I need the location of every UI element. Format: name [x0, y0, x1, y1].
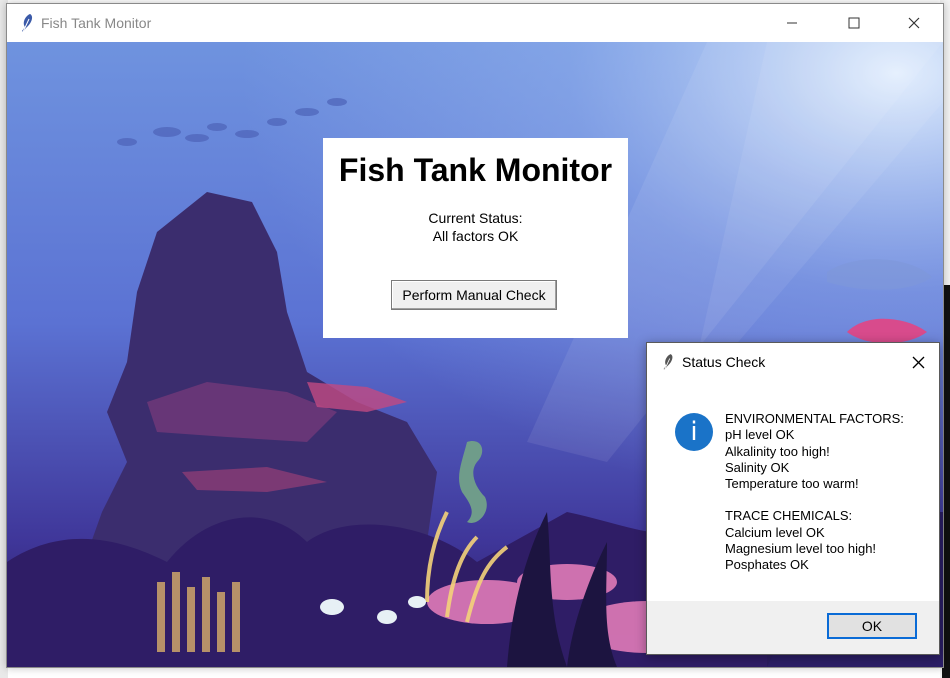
- close-button[interactable]: [891, 4, 937, 42]
- feather-icon: [22, 14, 33, 33]
- environmental-item: Salinity OK: [725, 459, 790, 475]
- main-titlebar[interactable]: Fish Tank Monitor: [7, 4, 943, 42]
- trace-item: Calcium level OK: [725, 524, 825, 540]
- trace-heading: TRACE CHEMICALS:: [725, 508, 853, 524]
- environmental-item: pH level OK: [725, 427, 795, 443]
- ok-button[interactable]: OK: [827, 613, 917, 639]
- current-status-label: Current Status:: [428, 210, 523, 226]
- app-heading: Fish Tank Monitor: [338, 152, 613, 188]
- maximize-button[interactable]: [831, 4, 877, 42]
- environmental-item: Alkalinity too high!: [725, 443, 830, 459]
- maximize-icon: [848, 17, 860, 29]
- status-card: Fish Tank Monitor Current Status: All fa…: [323, 138, 628, 338]
- dialog-title: Status Check: [682, 354, 766, 370]
- minimize-icon: [787, 22, 797, 24]
- dialog-message: ENVIRONMENTAL FACTORS: pH level OK Alkal…: [725, 411, 904, 574]
- perform-manual-check-button[interactable]: Perform Manual Check: [391, 280, 557, 310]
- dialog-close-button[interactable]: [897, 343, 939, 381]
- window-title: Fish Tank Monitor: [41, 15, 152, 31]
- status-check-dialog: Status Check i ENVIRONMENTAL FACTORS: pH…: [646, 342, 940, 655]
- environmental-item: Temperature too warm!: [725, 476, 859, 492]
- dialog-titlebar[interactable]: Status Check: [647, 343, 939, 381]
- info-icon: i: [675, 413, 713, 451]
- close-icon: [908, 17, 920, 29]
- dialog-footer: OK: [647, 601, 939, 654]
- minimize-button[interactable]: [769, 4, 815, 42]
- close-icon: [912, 356, 924, 368]
- trace-item: Magnesium level too high!: [725, 541, 877, 557]
- feather-icon: [663, 354, 673, 371]
- environmental-heading: ENVIRONMENTAL FACTORS:: [725, 411, 904, 426]
- current-status-value: All factors OK: [432, 228, 519, 244]
- trace-item: Posphates OK: [725, 557, 809, 573]
